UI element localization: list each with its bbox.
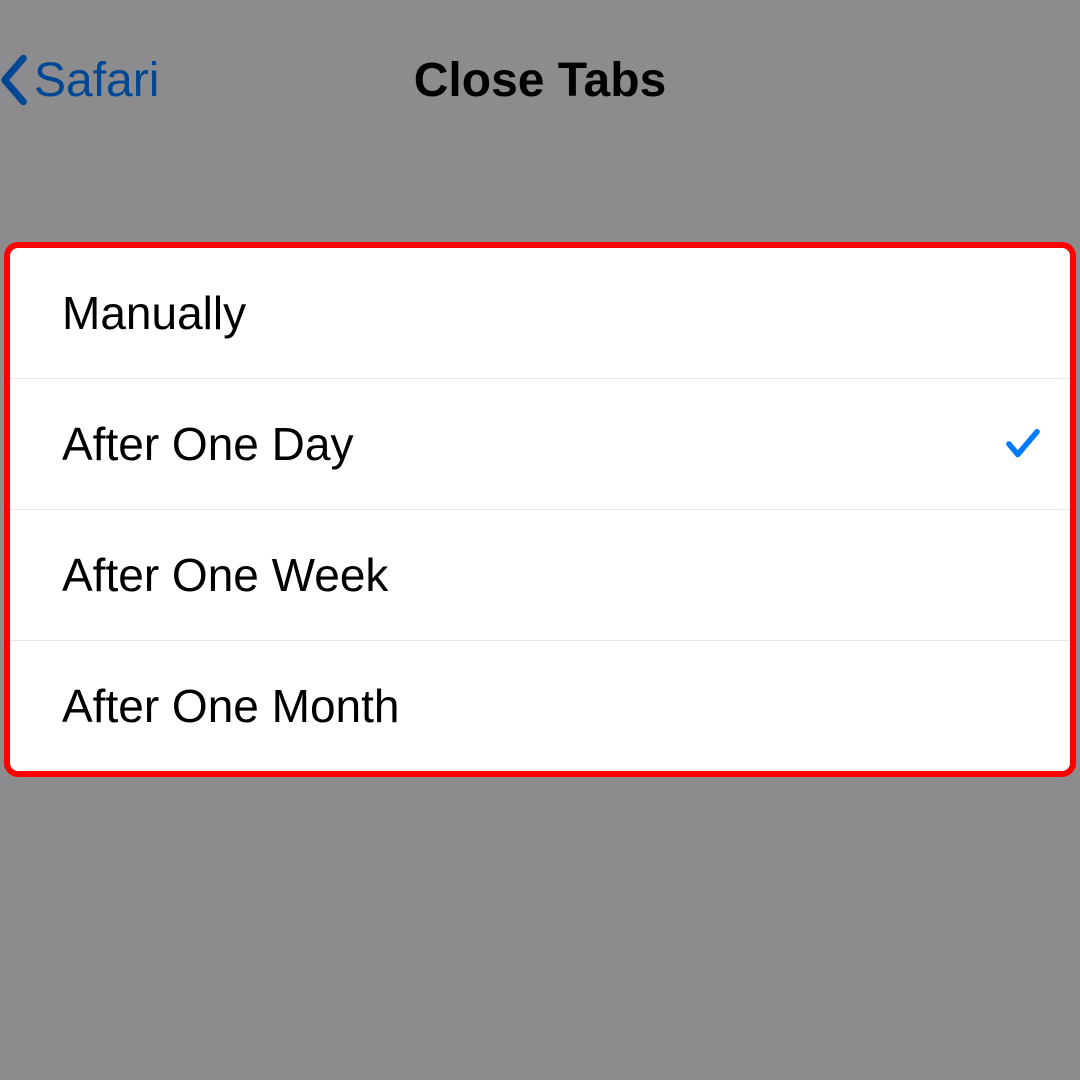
option-label: After One Month — [62, 679, 400, 733]
option-manually[interactable]: Manually — [4, 248, 1076, 379]
chevron-left-icon — [0, 53, 28, 107]
back-button[interactable]: Safari — [0, 53, 159, 108]
checkmark-icon — [1002, 423, 1044, 465]
option-label: After One Day — [62, 417, 353, 471]
option-label: After One Week — [62, 548, 388, 602]
options-group-wrapper: Manually After One Day After One Week Af… — [0, 248, 1080, 771]
option-after-one-month[interactable]: After One Month — [4, 641, 1076, 771]
navigation-header: Safari Close Tabs — [0, 0, 1080, 160]
page-title: Close Tabs — [414, 53, 667, 108]
option-after-one-week[interactable]: After One Week — [4, 510, 1076, 641]
option-after-one-day[interactable]: After One Day — [4, 379, 1076, 510]
option-label: Manually — [62, 286, 246, 340]
back-label: Safari — [34, 53, 159, 108]
close-tabs-options: Manually After One Day After One Week Af… — [4, 248, 1076, 771]
